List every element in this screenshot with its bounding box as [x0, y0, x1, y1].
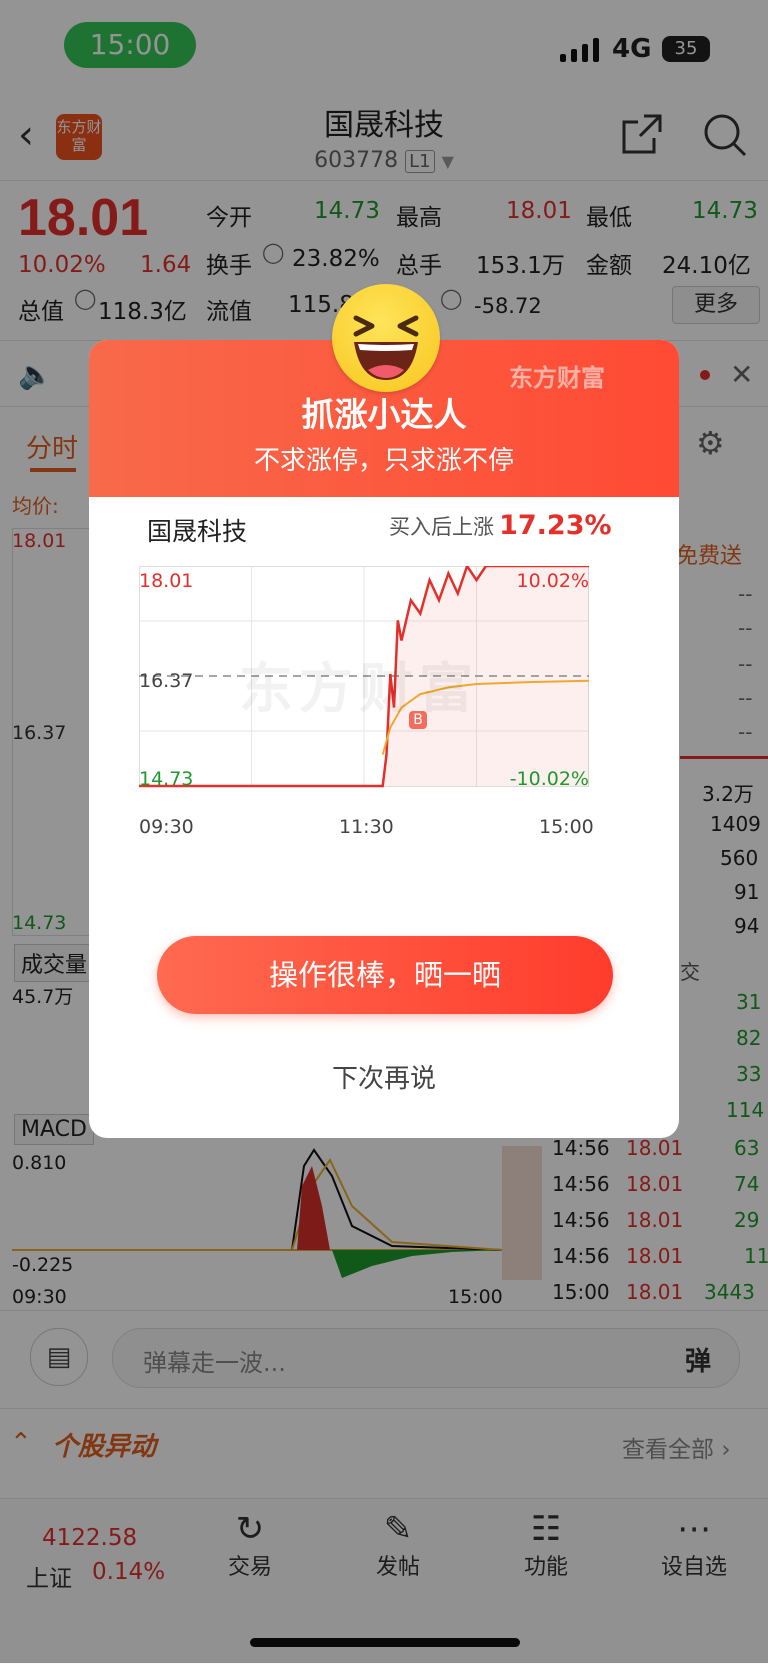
mini-chart: 东方财富 18.01 16.37 14.73 10.02% -10.02% B — [139, 566, 589, 811]
modal-stock-name: 国晟科技 — [147, 517, 248, 546]
chart-watermark: 东方财富 — [239, 657, 479, 720]
modal-subtitle: 不求涨停，只求涨不停 — [253, 446, 514, 476]
buy-marker: B — [409, 711, 427, 729]
x-label-mid: 11:30 — [339, 816, 394, 838]
y-label-mid: 16.37 — [139, 670, 194, 692]
modal-title: 抓涨小达人 — [301, 395, 467, 434]
y-label-top: 18.01 — [139, 570, 194, 592]
pct-label-bottom: -10.02% — [509, 768, 589, 790]
gain-value: 17.23% — [499, 510, 612, 541]
dismiss-button[interactable]: 下次再说 — [89, 1058, 679, 1095]
x-label-end: 15:00 — [539, 816, 594, 838]
pct-label-top: 10.02% — [516, 570, 589, 592]
gain-row: 买入后上涨 17.23% — [389, 510, 612, 541]
share-button[interactable]: 操作很棒，晒一晒 — [157, 936, 613, 1014]
gain-label: 买入后上涨 — [389, 515, 494, 539]
share-modal: 东方财富 抓涨小达人 不求涨停，只求涨不停 国晟科技 买入后上涨 17.23% … — [89, 340, 679, 1138]
x-label-start: 09:30 — [139, 816, 194, 838]
laughing-emoji-icon — [332, 284, 440, 392]
y-label-bottom: 14.73 — [139, 768, 194, 790]
buy-marker-label: B — [413, 712, 423, 728]
